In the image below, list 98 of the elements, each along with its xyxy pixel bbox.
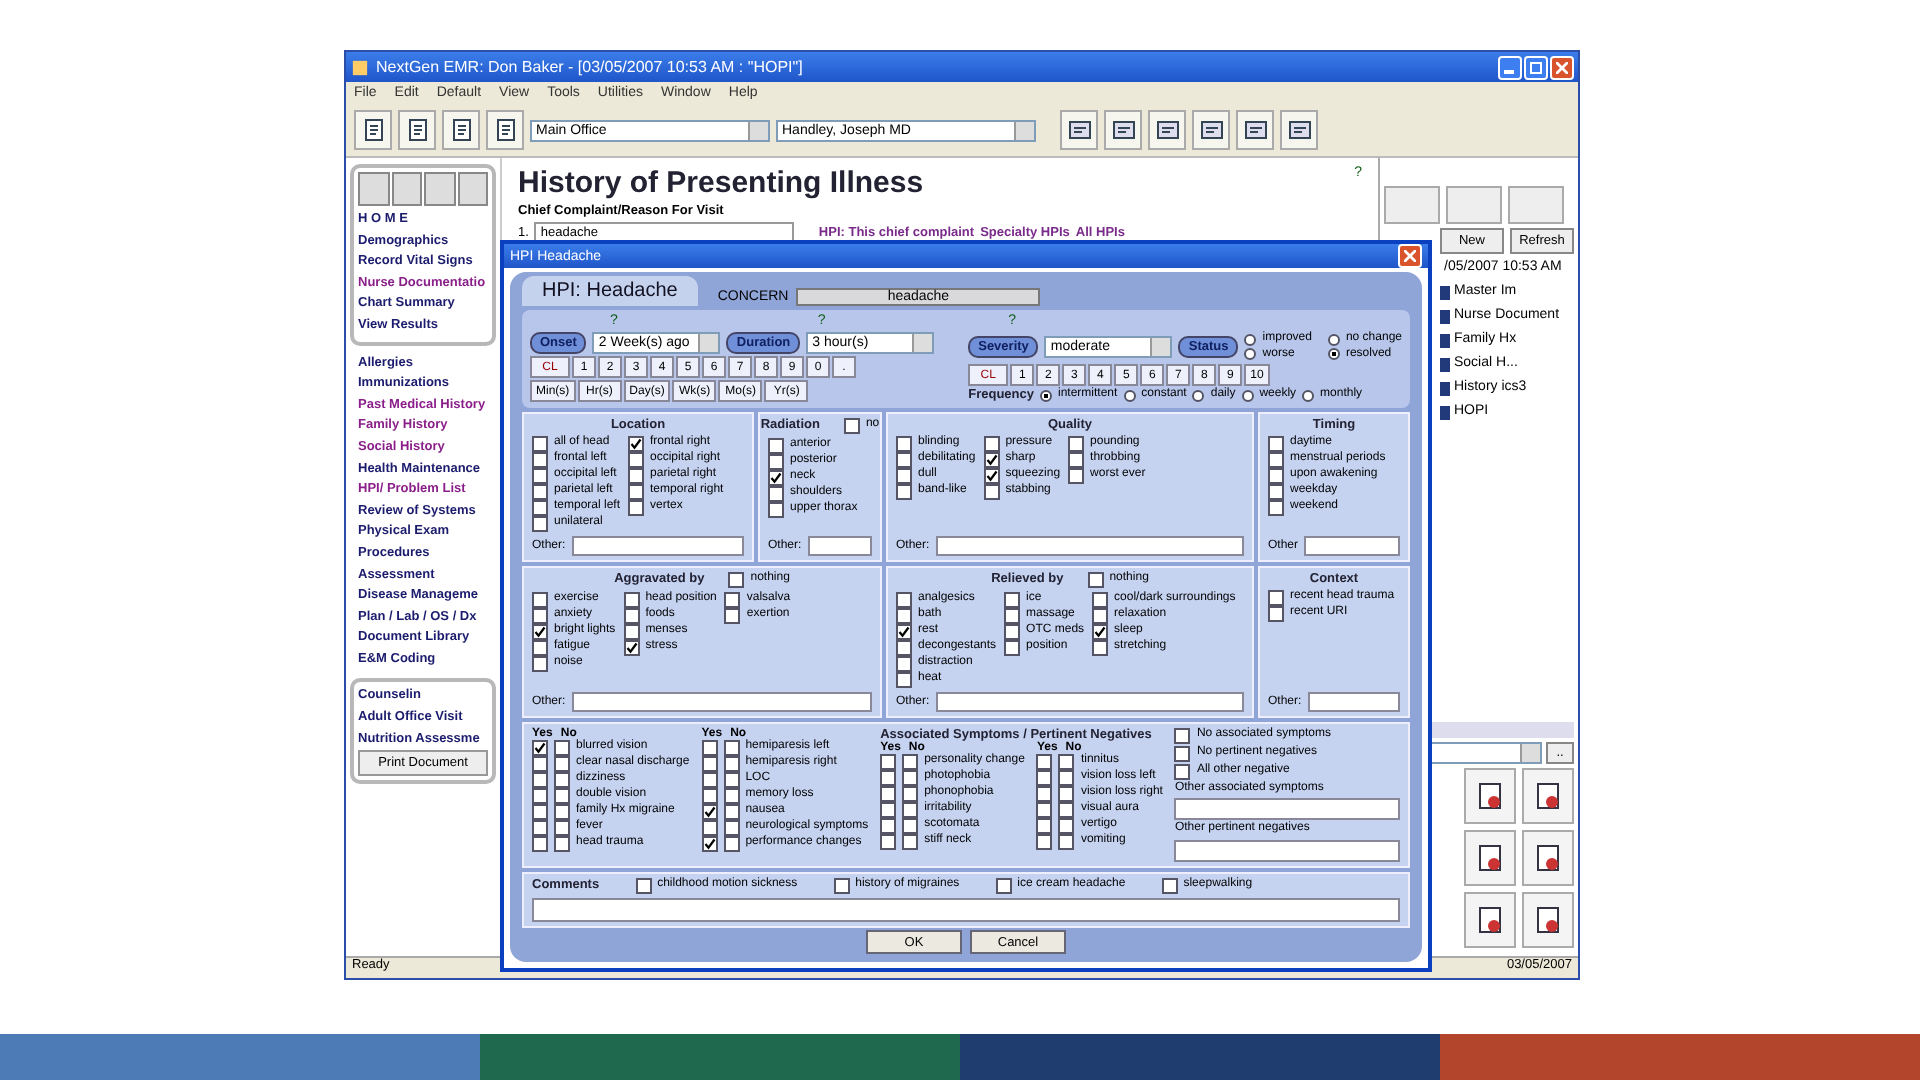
document-icon — [405, 118, 429, 142]
checkbox[interactable] — [896, 435, 912, 452]
checkbox[interactable] — [728, 571, 745, 588]
other-field[interactable] — [935, 535, 1244, 556]
checkbox[interactable] — [1174, 745, 1191, 762]
radio-button[interactable] — [1302, 389, 1315, 402]
nav-icon-button[interactable] — [358, 172, 389, 206]
document-icon — [449, 118, 473, 142]
app-icon — [350, 57, 370, 77]
window-icon — [1111, 118, 1135, 142]
window-icon — [1243, 118, 1267, 142]
comments-field[interactable] — [532, 897, 1400, 922]
checkbox[interactable] — [635, 877, 652, 894]
checkbox[interactable] — [532, 591, 548, 608]
radio-button[interactable] — [1039, 389, 1052, 402]
radio-button[interactable] — [1327, 348, 1340, 361]
toolbar-button[interactable] — [1236, 110, 1274, 150]
checkbox[interactable] — [723, 739, 740, 756]
other-field[interactable] — [571, 535, 744, 556]
checkbox[interactable] — [554, 739, 570, 756]
page-title: History of Presenting Illness — [518, 166, 924, 200]
close-icon — [1556, 61, 1568, 73]
toolbar-button[interactable] — [398, 110, 436, 150]
checkbox[interactable] — [701, 739, 718, 756]
radio-button[interactable] — [1327, 333, 1340, 346]
document-icon — [1474, 780, 1506, 812]
tool-icon-button[interactable] — [1522, 768, 1574, 824]
checkbox[interactable] — [1268, 435, 1284, 452]
radio-button[interactable] — [1241, 389, 1254, 402]
other-field[interactable] — [807, 535, 872, 556]
checkbox[interactable] — [1036, 753, 1053, 770]
checkbox[interactable] — [983, 435, 1000, 452]
close-button[interactable] — [1398, 244, 1422, 268]
other-field[interactable] — [1304, 535, 1400, 556]
toolbar-button[interactable] — [1192, 110, 1230, 150]
nav-icon-button[interactable] — [424, 172, 455, 206]
checkbox[interactable] — [532, 739, 548, 756]
checkbox[interactable] — [1174, 727, 1191, 744]
checkbox[interactable] — [1092, 591, 1109, 608]
checkbox[interactable] — [1004, 591, 1021, 608]
other-field[interactable] — [1174, 839, 1400, 862]
toolbar-button[interactable] — [1104, 110, 1142, 150]
radio-button[interactable] — [1192, 389, 1205, 402]
document-icon — [1532, 780, 1564, 812]
document-icon — [1474, 842, 1506, 874]
window-title: NextGen EMR: Don Baker - [03/05/2007 10:53 AM : "HOPI"] — [376, 58, 803, 76]
other-field[interactable] — [935, 691, 1244, 712]
window-icon — [1155, 118, 1179, 142]
radio-button[interactable] — [1244, 333, 1257, 346]
minimize-button[interactable] — [1498, 55, 1522, 79]
nav-icon-button[interactable] — [391, 172, 422, 206]
checkbox[interactable] — [1268, 589, 1284, 606]
checkbox[interactable] — [995, 877, 1012, 894]
other-field[interactable] — [571, 691, 872, 712]
tool-icon-button[interactable] — [1522, 830, 1574, 886]
checkbox[interactable] — [1161, 877, 1178, 894]
checkbox[interactable] — [1058, 753, 1075, 770]
window-icon — [1199, 118, 1223, 142]
radio-button[interactable] — [1123, 389, 1136, 402]
radio-button[interactable] — [1244, 348, 1257, 361]
close-button[interactable] — [1550, 55, 1574, 79]
other-field[interactable] — [1307, 691, 1400, 712]
maximize-icon — [1530, 61, 1542, 73]
checkbox[interactable] — [532, 435, 548, 452]
toolbar-button[interactable] — [1060, 110, 1098, 150]
checkbox[interactable] — [1174, 763, 1191, 780]
dialog-heading: HPI: Headache — [522, 276, 698, 306]
toolbar-button[interactable] — [354, 110, 392, 150]
tool-icon-button[interactable] — [1464, 892, 1516, 948]
checkbox[interactable] — [1068, 435, 1085, 452]
document-icon — [493, 118, 517, 142]
toolbar-button[interactable] — [486, 110, 524, 150]
tool-icon-button[interactable] — [1522, 892, 1574, 948]
checkbox[interactable] — [902, 753, 919, 770]
checkbox[interactable] — [880, 753, 897, 770]
checkbox[interactable] — [843, 417, 860, 434]
checkbox[interactable] — [833, 877, 850, 894]
tool-icon-button[interactable] — [1464, 830, 1516, 886]
checkbox[interactable] — [623, 591, 640, 608]
other-field[interactable] — [1174, 798, 1400, 821]
maximize-button[interactable] — [1524, 55, 1548, 79]
document-icon — [1532, 904, 1564, 936]
checkbox[interactable] — [896, 591, 912, 608]
window-icon — [1067, 118, 1091, 142]
document-icon — [1532, 842, 1564, 874]
document-icon — [361, 118, 385, 142]
checkbox[interactable] — [628, 435, 645, 452]
checkbox[interactable] — [724, 591, 741, 608]
toolbar-button[interactable] — [1280, 110, 1318, 150]
close-icon — [1404, 250, 1416, 262]
window-icon — [1287, 118, 1311, 142]
nav-icon-button[interactable] — [457, 172, 488, 206]
toolbar-button[interactable] — [442, 110, 480, 150]
tool-icon-button[interactable] — [1464, 768, 1516, 824]
toolbar-button[interactable] — [1148, 110, 1186, 150]
checkbox[interactable] — [1087, 571, 1104, 588]
document-icon — [1474, 904, 1506, 936]
checkbox[interactable] — [768, 437, 784, 454]
